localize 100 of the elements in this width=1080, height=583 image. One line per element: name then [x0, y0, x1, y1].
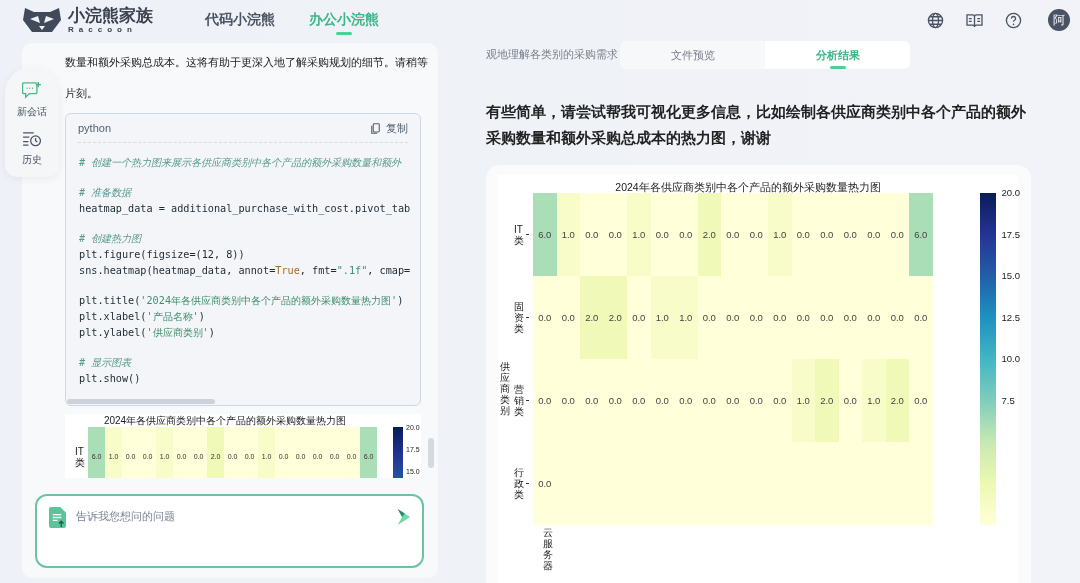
- heatmap-cell: 0.0: [721, 193, 745, 276]
- side-menu-item[interactable]: 历史: [22, 131, 42, 167]
- code-line: # 创建一个热力图来展示各供应商类别中各个产品的额外采购数量和额外: [79, 156, 403, 170]
- heatmap-cell: 0.0: [650, 193, 674, 276]
- globe-icon[interactable]: [927, 11, 944, 29]
- code-line: heatmap_data = additional_purchase_with_cost.pivot_tab: [79, 202, 412, 217]
- code-line: plt.show(): [79, 372, 142, 386]
- brand-title: 小浣熊家族: [68, 6, 153, 24]
- heatmap-cell: 0.0: [791, 193, 815, 276]
- heatmap-cell: 1.0: [862, 359, 886, 442]
- nav-tab[interactable]: 代码小浣熊: [205, 0, 275, 40]
- heatmap-cell: 0.0: [533, 276, 557, 359]
- heatmap-cell: 6.0: [909, 193, 933, 276]
- heatmap-cell: 0.0: [674, 359, 698, 442]
- row-label: IT类: [75, 445, 85, 468]
- heatmap-cell: 0.0: [862, 193, 886, 276]
- code-line: sns.heatmap(heatmap_data, annot=True, fmt=".1f", cmap=: [79, 264, 412, 279]
- user-avatar[interactable]: 阿: [1048, 9, 1070, 31]
- code-line: plt.title('2024年各供应商类别中各个产品的额外采购数量热力图'): [79, 294, 405, 308]
- question-input[interactable]: 告诉我您想问的问题: [35, 494, 424, 568]
- colorbar-tick: 20.0: [1001, 188, 1020, 198]
- heatmap-cell: 0.0: [721, 276, 745, 359]
- history-icon: [22, 131, 42, 147]
- heatmap-cell: 0.0: [744, 276, 768, 359]
- heatmap-cell: 0.0: [650, 359, 674, 442]
- context-text: 观地理解各类别的采购需求: [486, 48, 618, 62]
- brand-subtitle: Raccoon: [68, 25, 138, 34]
- heatmap-cell: 1.0: [768, 193, 792, 276]
- row-label: 固资类: [514, 301, 524, 334]
- code-line: plt.xlabel('产品名称'): [79, 310, 206, 324]
- heatmap-cell: 2.0: [815, 359, 839, 442]
- row-label: 营销类: [514, 384, 524, 417]
- heatmap-cell: 0.0: [627, 359, 651, 442]
- help-icon[interactable]: [1005, 11, 1022, 29]
- heatmap-cell: 2.0: [697, 193, 721, 276]
- heatmap-cell: 0.0: [885, 193, 909, 276]
- code-line: plt.ylabel('供应商类别'): [79, 326, 216, 340]
- heatmap-cell: 0.0: [533, 442, 557, 525]
- new-chat-icon: [22, 81, 42, 99]
- heatmap-cell: 0.0: [838, 359, 862, 442]
- scrollbar-thumb[interactable]: [428, 438, 434, 468]
- code-line: # 显示图表: [79, 356, 133, 370]
- heatmap-cell: 0.0: [580, 193, 604, 276]
- heatmap-cell: 0.0: [791, 276, 815, 359]
- heatmap-cell: 0.0: [556, 276, 580, 359]
- heatmap-cell: 1.0: [674, 276, 698, 359]
- chart-title: 2024年各供应商类别中各个产品的额外采购数量热力图: [102, 414, 348, 427]
- file-upload-icon[interactable]: [49, 507, 66, 528]
- copy-button[interactable]: 复制: [371, 120, 408, 136]
- heatmap-cell: 2.0: [603, 276, 627, 359]
- heatmap-cell: 0.0: [603, 193, 627, 276]
- colorbar-tick: 12.5: [1001, 312, 1020, 323]
- row-label: 行政类: [514, 467, 524, 500]
- code-line: plt.figure(figsize=(12, 8)): [79, 248, 246, 262]
- heatmap-cell: 0.0: [721, 359, 745, 442]
- column-label: 云服务器: [543, 527, 553, 571]
- heatmap-cell: 0.0: [533, 359, 557, 442]
- message-text: 片刻。: [65, 86, 99, 101]
- heatmap-cell: 0.0: [815, 193, 839, 276]
- raccoon-logo-icon: [22, 6, 62, 34]
- message-text: 数量和额外采购总成本。这将有助于更深入地了解采购规划的细节。请稍等: [65, 55, 429, 70]
- colorbar-tick: 7.5: [1001, 395, 1015, 406]
- heatmap-cell: 0.0: [909, 276, 933, 359]
- code-line: # 准备数据: [79, 186, 133, 200]
- heatmap-cell: 2.0: [885, 359, 909, 442]
- heatmap-cell: 1.0: [791, 359, 815, 442]
- heatmap-cell: 0.0: [838, 276, 862, 359]
- heatmap-cell: 6.0: [533, 193, 557, 276]
- question-field[interactable]: 告诉我您想问的问题: [76, 507, 384, 525]
- heatmap-cell: 0.0: [744, 359, 768, 442]
- heatmap-cell: 0.0: [815, 276, 839, 359]
- heatmap-cell: 0.0: [838, 193, 862, 276]
- heatmap-cell: 0.0: [603, 359, 627, 442]
- colorbar-tick: 10.0: [1001, 354, 1020, 364]
- heatmap-cell: 0.0: [627, 276, 651, 359]
- colorbar-tick: 15.0: [1001, 271, 1020, 281]
- heatmap-cell: 1.0: [556, 193, 580, 276]
- heatmap-cell: 0.0: [768, 359, 792, 442]
- heatmap-cell: 2.0: [580, 276, 604, 359]
- copy-icon: [371, 122, 380, 134]
- heatmap-cell: 0.0: [556, 359, 580, 442]
- colorbar-tick: 17.5: [1001, 229, 1020, 240]
- chart-title: 2024年各供应商类别中各个产品的额外采购数量热力图: [614, 180, 882, 193]
- heatmap-cell: 0.0: [674, 193, 698, 276]
- horizontal-scrollbar[interactable]: [67, 399, 215, 404]
- axis-label: 供应商类别: [500, 361, 510, 416]
- code-language: python: [78, 122, 112, 134]
- heatmap-cell: 0.0: [909, 359, 933, 442]
- heatmap-cell: 0.0: [697, 276, 721, 359]
- row-label: IT类: [514, 223, 524, 246]
- heatmap-cell: 0.0: [768, 276, 792, 359]
- book-icon[interactable]: [966, 12, 983, 28]
- side-menu-item[interactable]: 新会话: [17, 81, 47, 119]
- heatmap-cell: 0.0: [885, 276, 909, 359]
- heatmap-cell: 0.0: [862, 276, 886, 359]
- question-heading: 有些简单，请尝试帮我可视化更多信息，比如绘制各供应商类别中各个产品的额外采购数量和额外采购总成本的热力图，谢谢: [486, 102, 1027, 148]
- heatmap-cell: 1.0: [650, 276, 674, 359]
- code-line: # 创建热力图: [79, 232, 143, 246]
- heatmap-cell: 1.0: [627, 193, 651, 276]
- heatmap-cell: 0.0: [580, 359, 604, 442]
